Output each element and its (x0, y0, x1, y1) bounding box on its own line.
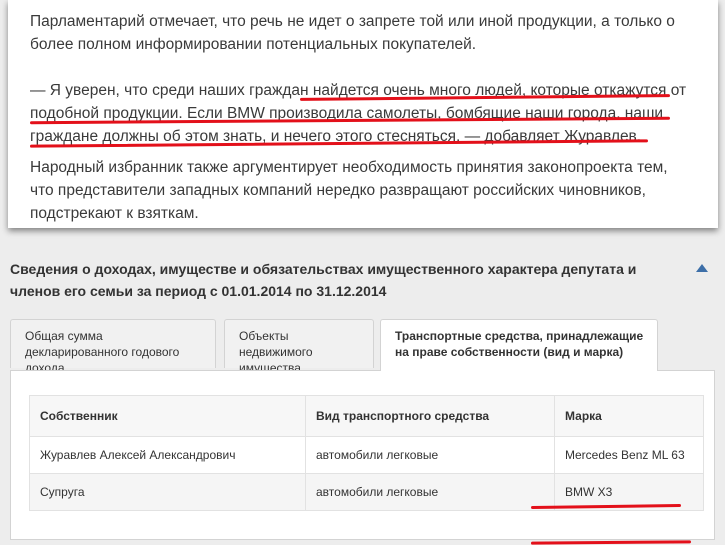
triangle-up-icon[interactable] (695, 262, 709, 274)
article-paragraph-1: Парламентарий отмечает, что речь не идет… (30, 13, 675, 53)
highlight-underline (530, 540, 692, 545)
vehicle-type-cell: автомобили легковые (305, 473, 555, 511)
owner-cell: Журавлев Алексей Александрович (29, 436, 306, 474)
column-header-owner: Собственник (29, 395, 306, 437)
article-excerpt: Парламентарий отмечает, что речь не идет… (8, 0, 718, 228)
article-paragraph-2: — Я уверен, что среди наших граждан найд… (30, 82, 687, 145)
column-header-brand: Марка (554, 395, 704, 437)
vehicles-table: Собственник Вид транспортного средства М… (29, 395, 704, 511)
article-paragraph-3: Народный избранник также аргументирует н… (30, 159, 668, 222)
table-header-row: Собственник Вид транспортного средства М… (29, 395, 704, 437)
tab-income[interactable]: Общая сумма декларированного годового до… (10, 319, 216, 375)
tab-real-estate[interactable]: Объекты недвижимого имущества (224, 319, 374, 375)
declaration-title: Сведения о доходах, имуществе и обязател… (10, 261, 637, 299)
vehicles-panel: Собственник Вид транспортного средства М… (10, 370, 715, 545)
column-header-vehicle-type: Вид транспортного средства (305, 395, 555, 437)
tab-vehicles[interactable]: Транспортные средства, принадлежащие на … (380, 319, 658, 371)
brand-cell: Mercedes Benz ML 63 (554, 436, 704, 474)
owner-cell: Супруга (29, 473, 306, 511)
vehicle-type-cell: автомобили легковые (305, 436, 555, 474)
table-row: Журавлев Алексей Александрович автомобил… (29, 436, 704, 474)
declaration-tabs: Общая сумма декларированного годового до… (10, 319, 715, 545)
